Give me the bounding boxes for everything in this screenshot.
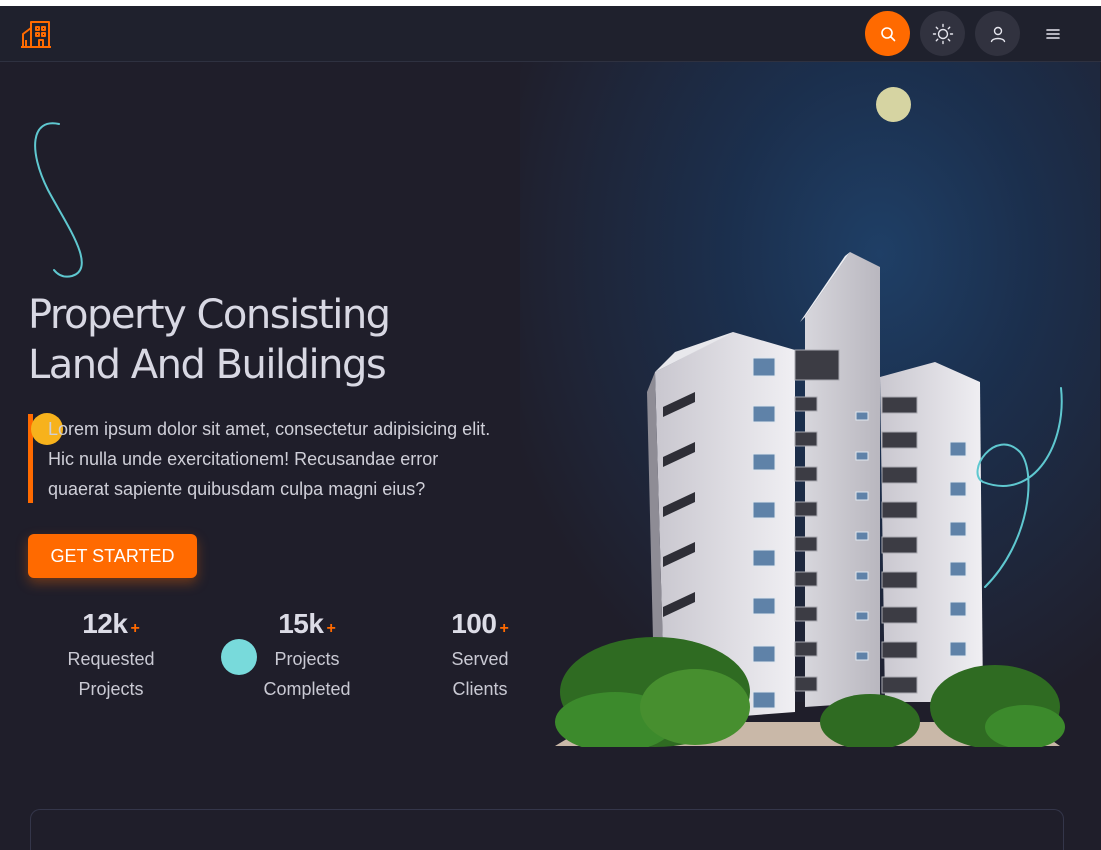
menu-button[interactable]	[1030, 11, 1075, 56]
stat-requested-projects: 12k + Requested Projects	[31, 608, 191, 704]
decorative-squiggle	[34, 122, 83, 278]
hero-description: Lorem ipsum dolor sit amet, consectetur …	[48, 414, 548, 504]
decorative-squiggle	[976, 387, 1063, 588]
navbar	[0, 6, 1101, 62]
description-line: Lorem ipsum dolor sit amet, consectetur …	[48, 419, 491, 439]
description-line: Hic nulla unde exercitationem! Recusanda…	[48, 449, 439, 469]
stat-number: 12k	[82, 608, 128, 639]
get-started-button[interactable]: GET STARTED	[28, 534, 197, 578]
sun-icon	[932, 23, 953, 44]
user-button[interactable]	[975, 11, 1020, 56]
decorative-circle	[876, 87, 911, 122]
user-icon	[990, 26, 1005, 42]
theme-toggle-button[interactable]	[920, 11, 965, 56]
stat-plus: +	[326, 620, 336, 637]
stat-served-clients: 100 + Served Clients	[400, 608, 560, 704]
stat-label: Requested Projects	[67, 649, 155, 699]
hero-section: Property Consisting Land And Buildings L…	[0, 62, 1101, 850]
search-button[interactable]	[865, 11, 910, 56]
stat-number: 100	[451, 608, 497, 639]
building-icon[interactable]	[20, 18, 52, 50]
stat-label: Served Clients	[451, 649, 509, 699]
menu-icon	[1045, 28, 1060, 39]
bottom-card	[30, 809, 1064, 850]
decorative-dot	[221, 639, 257, 675]
hero-title-line2: Land And Buildings	[28, 342, 387, 388]
stat-number: 15k	[278, 608, 324, 639]
stat-plus: +	[499, 620, 509, 637]
stat-plus: +	[130, 620, 140, 637]
hero-title-line1: Property Consisting	[28, 292, 391, 338]
hero-title: Property Consisting Land And Buildings	[28, 290, 498, 390]
description-line: quaerat sapiente quibusdam culpa magni e…	[48, 479, 426, 499]
search-icon	[880, 26, 895, 41]
